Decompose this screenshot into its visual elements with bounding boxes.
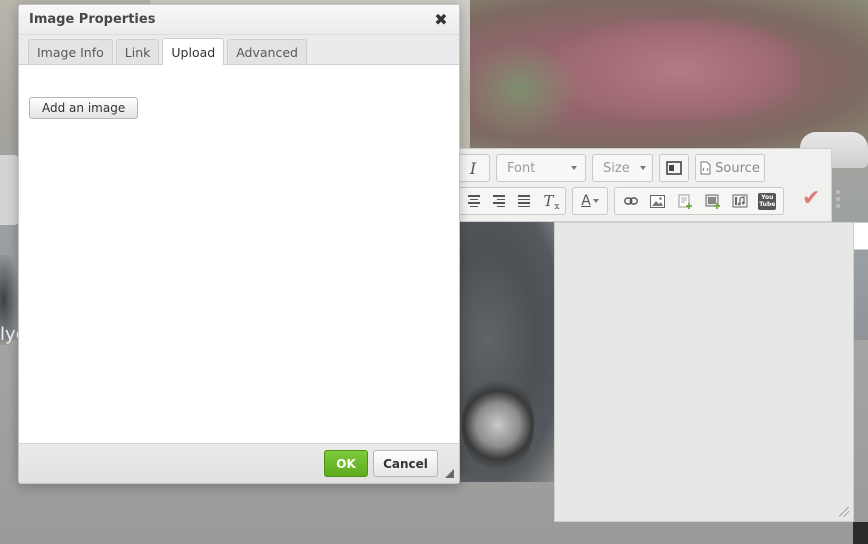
text-color-label: A	[581, 193, 591, 209]
align-right-icon	[492, 195, 505, 207]
tab-link[interactable]: Link	[115, 39, 160, 64]
background-tree-blossom	[560, 20, 800, 120]
size-combo[interactable]: Size	[592, 154, 653, 182]
remove-format-icon: Tx	[543, 192, 560, 212]
image-properties-dialog: Image Properties ✖ Image Info Link Uploa…	[18, 4, 460, 484]
dialog-footer: OK Cancel	[19, 443, 459, 483]
background-car-wheel	[462, 375, 534, 475]
add-image-button[interactable]	[699, 188, 726, 214]
media-button[interactable]	[726, 188, 753, 214]
toolbar-row-2: Tx A You Tube	[456, 187, 790, 215]
chevron-down-icon	[571, 166, 577, 170]
image-button[interactable]	[644, 188, 671, 214]
side-panel-tab	[853, 222, 868, 250]
tab-image-info[interactable]: Image Info	[28, 39, 113, 64]
add-file-button[interactable]	[672, 188, 699, 214]
image-icon	[650, 194, 666, 208]
dialog-title-bar[interactable]: Image Properties ✖	[19, 5, 459, 35]
show-blocks-icon	[666, 161, 682, 175]
close-icon[interactable]: ✖	[433, 11, 449, 28]
tab-advanced[interactable]: Advanced	[227, 39, 307, 64]
insert-group: You Tube	[614, 187, 784, 215]
text-color-icon: A	[581, 193, 599, 209]
link-icon	[623, 197, 638, 205]
dialog-tabs: Image Info Link Upload Advanced	[19, 35, 459, 65]
font-combo[interactable]: Font	[496, 154, 586, 182]
upload-tab-panel: Add an image	[19, 65, 459, 446]
font-combo-label: Font	[507, 160, 536, 176]
size-combo-label: Size	[603, 160, 630, 176]
editor-content-area[interactable]	[554, 222, 854, 522]
background-foliage	[460, 40, 580, 140]
media-icon	[732, 194, 748, 208]
corner-block	[853, 522, 868, 544]
source-button[interactable]: Source	[695, 154, 765, 182]
check-icon[interactable]: ✔	[802, 186, 820, 211]
resize-handle-icon[interactable]	[839, 507, 849, 517]
add-image-button[interactable]: Add an image	[29, 97, 139, 119]
add-image-icon	[705, 194, 720, 209]
more-options-icon[interactable]	[836, 190, 842, 208]
chevron-down-icon	[639, 166, 646, 170]
add-file-icon	[678, 194, 692, 209]
remove-format-button[interactable]: Tx	[536, 188, 561, 214]
alignment-group: Tx	[456, 187, 566, 215]
dialog-resize-icon[interactable]	[445, 469, 454, 478]
source-label: Source	[715, 160, 760, 176]
text-color-button[interactable]: A	[572, 187, 608, 215]
align-center-icon	[467, 195, 480, 207]
italic-label: I	[469, 158, 477, 178]
italic-icon[interactable]: I	[460, 155, 486, 181]
link-button[interactable]	[617, 188, 644, 214]
toolbar-row-1: I Font Size Source	[456, 154, 771, 182]
source-icon	[700, 161, 711, 175]
tab-upload[interactable]: Upload	[162, 38, 225, 65]
background-left-car	[0, 155, 20, 225]
align-right-button[interactable]	[486, 188, 511, 214]
youtube-button[interactable]: You Tube	[754, 188, 781, 214]
youtube-icon: You Tube	[758, 192, 777, 210]
cancel-button[interactable]: Cancel	[373, 450, 438, 477]
align-center-button[interactable]	[461, 188, 486, 214]
ok-button[interactable]: OK	[324, 450, 368, 477]
dialog-title: Image Properties	[29, 12, 156, 27]
align-justify-button[interactable]	[511, 188, 536, 214]
editor-toolbar: I Font Size Source T x A You Tube	[456, 148, 832, 222]
italic-group: I	[456, 154, 490, 182]
align-justify-icon	[517, 195, 530, 207]
show-blocks-button[interactable]	[659, 154, 689, 182]
